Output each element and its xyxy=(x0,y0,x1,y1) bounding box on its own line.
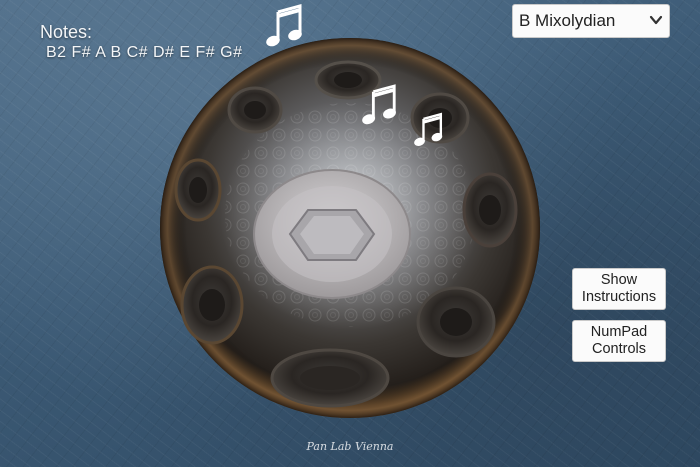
tone-field-lower-left[interactable] xyxy=(180,265,244,345)
music-note-icon xyxy=(414,112,443,147)
show-instructions-button[interactable]: Show Instructions xyxy=(572,268,666,310)
music-note-icon xyxy=(362,84,396,125)
numpad-controls-label: NumPad Controls xyxy=(590,324,648,357)
music-note-icon xyxy=(266,4,302,47)
ding-center[interactable] xyxy=(253,169,411,299)
tone-field-lower-right[interactable] xyxy=(416,286,496,358)
tone-field-right[interactable] xyxy=(462,172,518,248)
handpan-drum[interactable] xyxy=(0,0,700,467)
tone-field-upper-left[interactable] xyxy=(227,86,283,134)
tone-field-bottom[interactable] xyxy=(270,348,390,408)
numpad-controls-button[interactable]: NumPad Controls xyxy=(572,320,666,362)
panlab-logo: Pan Lab Vienna xyxy=(306,440,394,453)
tone-field-left[interactable] xyxy=(174,158,222,222)
show-instructions-label: Show Instructions xyxy=(581,272,657,305)
